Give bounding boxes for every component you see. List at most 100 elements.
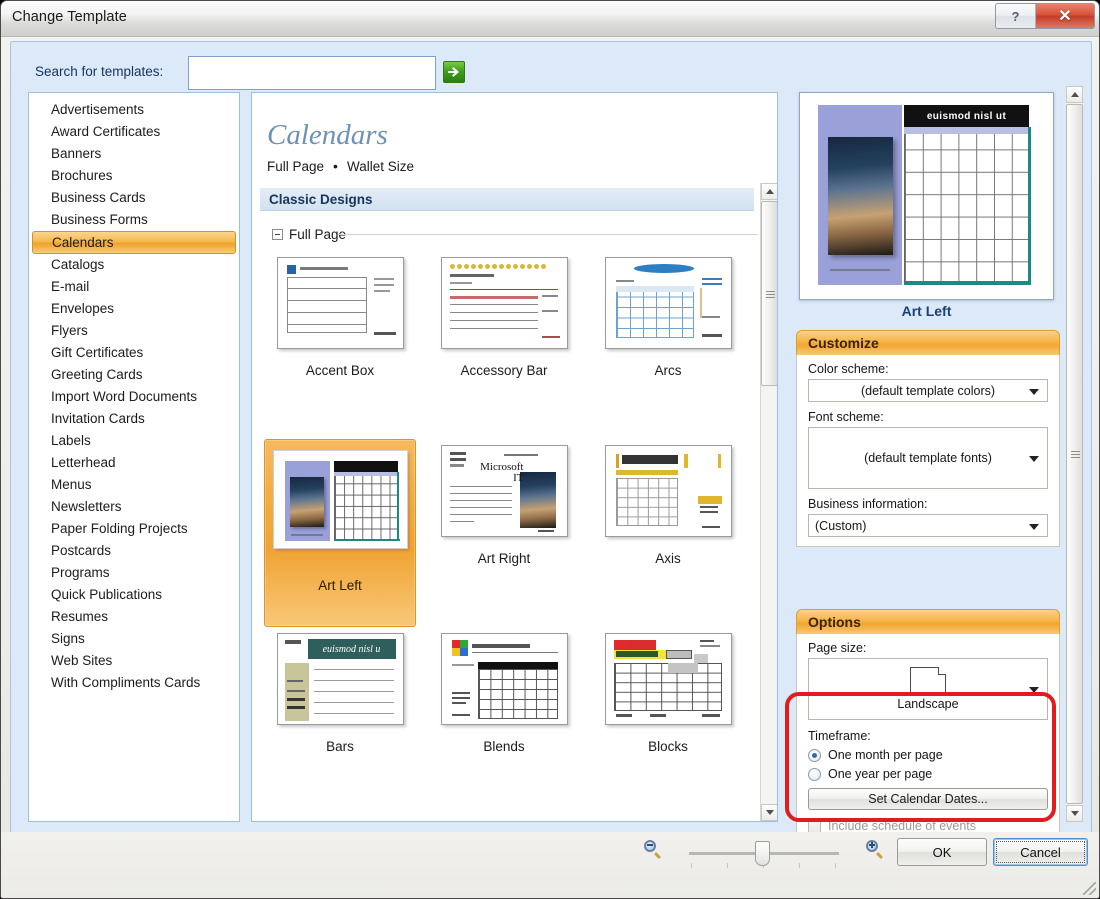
template-thumbnail-axis[interactable]: Axis [592, 439, 744, 627]
thumbnail-art [606, 258, 731, 348]
gallery-scrollbar[interactable] [760, 183, 777, 821]
font-scheme-select[interactable]: (default template fonts) [808, 427, 1048, 489]
subnav-link-wallet-size[interactable]: Wallet Size [347, 159, 414, 174]
question-mark-icon: ? [1012, 9, 1020, 24]
subnav-link-full-page[interactable]: Full Page [267, 159, 324, 174]
radio-one-month-per-page[interactable]: One month per page [808, 748, 1048, 762]
timeframe-label: Timeframe: [808, 729, 1048, 743]
page-size-value: Landscape [897, 697, 958, 711]
triangle-up-icon [1071, 92, 1079, 97]
triangle-up-icon [766, 189, 774, 194]
category-item-business-forms[interactable]: Business Forms [29, 209, 239, 231]
zoom-in-icon[interactable] [865, 839, 883, 857]
page-size-select[interactable]: Landscape [808, 658, 1048, 720]
category-item-gift-certificates[interactable]: Gift Certificates [29, 342, 239, 364]
template-thumbnail-accent-box[interactable]: Accent Box [264, 251, 416, 439]
scroll-up-arrow[interactable] [1066, 86, 1083, 103]
category-item-advertisements[interactable]: Advertisements [29, 99, 239, 121]
arrow-right-icon [447, 65, 461, 79]
category-item-web-sites[interactable]: Web Sites [29, 650, 239, 672]
business-information-select[interactable]: (Custom) [808, 514, 1048, 537]
close-button[interactable]: ✕ [1036, 4, 1094, 28]
category-item-import-word-documents[interactable]: Import Word Documents [29, 386, 239, 408]
category-item-brochures[interactable]: Brochures [29, 165, 239, 187]
template-gallery: Calendars Full Page • Wallet Size Classi… [251, 92, 778, 822]
customize-panel: Customize Color scheme: (default templat… [796, 330, 1060, 547]
scroll-down-arrow[interactable] [761, 804, 778, 821]
category-item-quick-publications[interactable]: Quick Publications [29, 584, 239, 606]
template-thumbnail-accessory-bar[interactable]: Accessory Bar [428, 251, 580, 439]
include-schedule-label: Include schedule of events [828, 819, 976, 833]
category-item-catalogs[interactable]: Catalogs [29, 254, 239, 276]
chevron-down-icon [1029, 389, 1039, 395]
scroll-down-arrow[interactable] [1066, 805, 1083, 822]
thumbnail-image: euismod nisl u [277, 633, 404, 725]
category-item-signs[interactable]: Signs [29, 628, 239, 650]
change-template-dialog: Change Template ? ✕ Search for templates… [0, 0, 1100, 899]
template-thumbnail-art-left[interactable]: Art Left [264, 439, 416, 627]
scrollbar-thumb[interactable] [761, 201, 778, 386]
scroll-up-arrow[interactable] [761, 183, 778, 200]
template-thumbnail-bars[interactable]: euismod nisl uBars [264, 627, 416, 815]
thumbnail-art [278, 455, 403, 544]
options-panel: Options Page size: Landscape Timeframe: … [796, 609, 1060, 846]
collapse-icon[interactable] [272, 229, 283, 240]
thumbnail-image [277, 257, 404, 349]
ok-button[interactable]: OK [897, 838, 987, 866]
template-thumbnail-blocks[interactable]: Blocks [592, 627, 744, 815]
thumbnail-image [274, 451, 407, 548]
dialog-body: Search for templates: AdvertisementsAwar… [10, 41, 1092, 833]
cancel-button[interactable]: Cancel [993, 838, 1088, 866]
category-item-with-compliments-cards[interactable]: With Compliments Cards [29, 672, 239, 694]
category-item-letterhead[interactable]: Letterhead [29, 452, 239, 474]
color-scheme-label: Color scheme: [808, 362, 1048, 376]
thumbnail-art [278, 258, 403, 348]
thumbnail-row: euismod nisl uBarsBlendsBlocks [264, 627, 756, 815]
zoom-slider-handle[interactable] [755, 841, 770, 866]
right-panel-scrollbar[interactable] [1066, 86, 1083, 822]
search-go-button[interactable] [443, 61, 465, 83]
tree-divider [338, 234, 758, 235]
category-item-calendars[interactable]: Calendars [32, 231, 236, 254]
category-item-business-cards[interactable]: Business Cards [29, 187, 239, 209]
radio-icon-checked[interactable] [808, 749, 821, 762]
category-item-e-mail[interactable]: E-mail [29, 276, 239, 298]
thumbnail-art: MicrosoftIT [442, 446, 567, 536]
zoom-out-icon[interactable] [643, 839, 661, 857]
search-input[interactable] [188, 56, 436, 90]
thumbnail-row: Art Left MicrosoftIT Art Right Axis [264, 439, 756, 627]
scrollbar-thumb[interactable] [1066, 104, 1083, 804]
category-item-invitation-cards[interactable]: Invitation Cards [29, 408, 239, 430]
category-item-labels[interactable]: Labels [29, 430, 239, 452]
window-title: Change Template [12, 9, 127, 25]
resize-grip-icon[interactable] [1083, 882, 1096, 895]
template-thumbnail-art-right[interactable]: MicrosoftIT Art Right [428, 439, 580, 627]
set-calendar-dates-label: Set Calendar Dates... [868, 792, 988, 806]
category-item-flyers[interactable]: Flyers [29, 320, 239, 342]
category-item-menus[interactable]: Menus [29, 474, 239, 496]
category-item-award-certificates[interactable]: Award Certificates [29, 121, 239, 143]
radio-icon-unchecked[interactable] [808, 768, 821, 781]
thumbnail-label: Art Right [478, 551, 531, 566]
category-item-banners[interactable]: Banners [29, 143, 239, 165]
close-icon: ✕ [1058, 6, 1071, 26]
help-button[interactable]: ? [996, 4, 1036, 28]
color-scheme-value: (default template colors) [861, 384, 995, 398]
radio-one-year-per-page[interactable]: One year per page [808, 767, 1048, 781]
category-item-programs[interactable]: Programs [29, 562, 239, 584]
thumbnail-label: Art Left [318, 578, 362, 593]
set-calendar-dates-button[interactable]: Set Calendar Dates... [808, 788, 1048, 810]
chevron-down-icon [1029, 524, 1039, 530]
category-list[interactable]: AdvertisementsAward CertificatesBannersB… [28, 92, 240, 822]
thumbnail-art [442, 634, 567, 724]
category-item-envelopes[interactable]: Envelopes [29, 298, 239, 320]
category-item-newsletters[interactable]: Newsletters [29, 496, 239, 518]
category-item-paper-folding-projects[interactable]: Paper Folding Projects [29, 518, 239, 540]
preview-art: euismod nisl ut [800, 93, 1053, 299]
color-scheme-select[interactable]: (default template colors) [808, 379, 1048, 402]
category-item-postcards[interactable]: Postcards [29, 540, 239, 562]
template-thumbnail-arcs[interactable]: Arcs [592, 251, 744, 439]
category-item-greeting-cards[interactable]: Greeting Cards [29, 364, 239, 386]
category-item-resumes[interactable]: Resumes [29, 606, 239, 628]
template-thumbnail-blends[interactable]: Blends [428, 627, 580, 815]
